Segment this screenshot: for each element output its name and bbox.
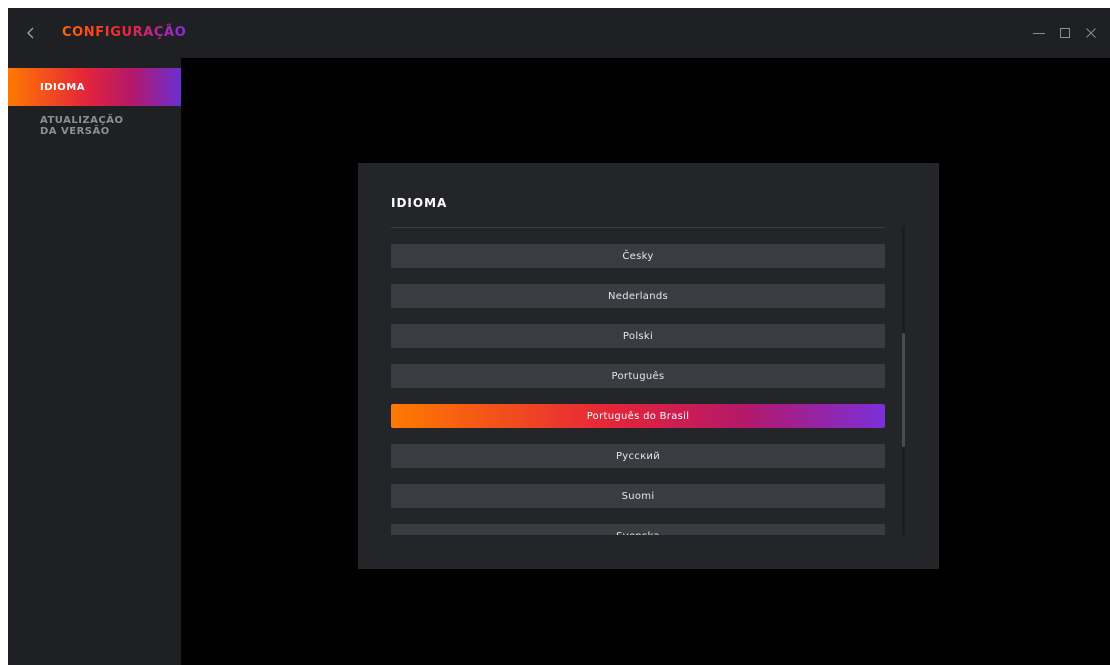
language-option[interactable]: Русский (391, 444, 885, 468)
language-option[interactable]: Suomi (391, 484, 885, 508)
back-button[interactable] (22, 22, 42, 44)
close-button[interactable] (1078, 8, 1104, 58)
maximize-icon (1060, 28, 1070, 38)
sidebar-item-label: ATUALIZAÇÃO DA VERSÃO (40, 115, 124, 137)
settings-window: CONFIGURAÇÃO IDIOMA ATUALIZAÇÃO DA VERSÃ… (8, 8, 1110, 665)
window-title: CONFIGURAÇÃO (62, 23, 186, 43)
sidebar: IDIOMA ATUALIZAÇÃO DA VERSÃO (8, 58, 181, 665)
sidebar-item-idioma[interactable]: IDIOMA (8, 68, 181, 106)
maximize-button[interactable] (1052, 8, 1078, 58)
language-panel: IDIOMA Česky Nederlands Polski Português… (358, 163, 939, 569)
minimize-button[interactable] (1026, 8, 1052, 58)
title-bar: CONFIGURAÇÃO (8, 8, 1110, 58)
chevron-left-icon (27, 27, 34, 39)
language-option[interactable]: Svenska (391, 524, 885, 535)
window-controls (1026, 8, 1110, 58)
panel-title: IDIOMA (391, 196, 448, 210)
scrollbar-thumb[interactable] (902, 333, 905, 447)
sidebar-item-version-update[interactable]: ATUALIZAÇÃO DA VERSÃO (8, 115, 138, 145)
minimize-icon (1033, 33, 1045, 34)
sidebar-item-label: IDIOMA (40, 81, 85, 93)
close-icon (1086, 28, 1096, 38)
language-option[interactable]: Polski (391, 324, 885, 348)
language-option-selected[interactable]: Português do Brasil (391, 404, 885, 428)
language-option[interactable]: Nederlands (391, 284, 885, 308)
language-list-viewport: Česky Nederlands Polski Português Portug… (391, 235, 885, 535)
language-option[interactable]: Português (391, 364, 885, 388)
language-option[interactable]: Česky (391, 244, 885, 268)
divider (391, 227, 885, 228)
scrollbar-track[interactable] (902, 226, 905, 535)
